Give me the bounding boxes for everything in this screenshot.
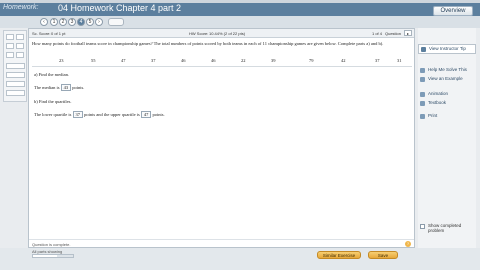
tool-button[interactable] [6,34,14,40]
nav-pill[interactable] [108,18,124,26]
nav-question-3[interactable]: 3 [68,18,76,26]
print-link[interactable]: Print [418,112,476,120]
median-answer[interactable]: 43 [60,84,72,91]
help-me-solve-label: Help Me Solve This [428,67,467,72]
book-icon [420,100,425,106]
textbook-label: Textbook [428,100,447,105]
nav-question-4[interactable]: 4 [77,18,85,26]
homework-title: 04 Homework Chapter 4 part 2 [58,3,182,13]
progress-bar [32,254,74,258]
hw-score-label: HW Score: [189,31,209,36]
lower-quartile-answer[interactable]: 37 [72,111,83,118]
question-nav-bar: ‹ 1 2 3 4 5 › [0,16,480,28]
tool-row[interactable] [6,81,25,87]
part-b-label: b) Find the quartiles. [34,99,72,104]
tool-row[interactable] [6,90,25,96]
show-completed-label: Show completed problem [428,223,462,233]
data-value: 39 [271,58,276,63]
section-score-value: 0 of 1 pt [51,31,66,36]
view-example-label: View an Example [428,76,463,81]
textbook-link[interactable]: Textbook [418,99,476,107]
data-value: 79 [309,58,314,63]
progress-fill [33,255,57,257]
help-icon [420,67,425,73]
nav-question-5[interactable]: 5 [86,18,94,26]
instructor-tip-button[interactable]: View Instructor Tip [418,44,476,54]
completion-status: Question is complete. [32,242,71,247]
tool-button[interactable] [16,52,24,58]
question-prompt: How many points do football teams score … [32,41,384,46]
right-sidebar: View Instructor Tip Help Me Solve This V… [418,28,476,248]
tool-button[interactable] [6,52,14,58]
instructor-tip-label: View Instructor Tip [429,46,466,51]
help-me-solve-link[interactable]: Help Me Solve This [418,66,476,74]
data-value: 46 [211,58,216,63]
data-value: 46 [181,58,186,63]
view-example-link[interactable]: View an Example [418,75,476,83]
print-label: Print [428,113,438,118]
section-score-label: Sc. Score: [32,31,51,36]
median-sentence: The median is 43 points. [34,84,84,91]
quartile-prefix: The lower quartile is [34,112,72,117]
question-position: 1 of 4 [372,31,383,36]
bottom-bar [0,248,480,270]
quartile-suffix: points. [152,112,165,117]
animation-label: Animation [428,91,449,96]
brand-label: Homework: [3,4,39,11]
hw-score-value: 10.44% (2 of 22 pts) [209,31,246,36]
tool-button[interactable] [6,43,14,49]
question-nav-arrow[interactable]: ▸ [404,30,412,36]
help-icon[interactable]: ? [405,241,411,247]
tool-row[interactable] [6,63,25,69]
header-bar: Homework: 04 Homework Chapter 4 part 2 O… [0,3,480,16]
quartile-sentence: The lower quartile is 37 points and the … [34,111,165,118]
question-card: Sc. Score: 0 of 1 pt HW Score: 10.44% (2… [28,28,415,248]
tool-button[interactable] [16,43,24,49]
show-completed-checkbox[interactable] [420,224,425,229]
animation-icon [420,91,425,97]
data-value: 47 [121,58,126,63]
upper-quartile-answer[interactable]: 47 [140,111,152,118]
data-value: 42 [341,58,346,63]
data-value: 22 [241,58,246,63]
question-ref[interactable]: Question [385,31,401,36]
animation-link[interactable]: Animation [418,90,476,98]
tip-icon [421,47,426,52]
data-value: 23 [59,58,64,63]
overview-button[interactable]: Overview [433,6,473,16]
print-icon [420,113,425,119]
save-button[interactable]: Save [368,251,398,259]
nav-next-button[interactable]: › [95,18,103,26]
data-value: 37 [151,58,156,63]
median-suffix: points. [72,85,85,90]
part-a-label: a) Find the median. [34,72,69,77]
data-values: 23 55 47 37 46 46 22 39 79 42 37 31 [59,58,409,64]
tool-row[interactable] [6,72,25,78]
similar-exercise-button[interactable]: Similar Exercise [317,251,361,259]
tool-button[interactable] [16,34,24,40]
nav-question-2[interactable]: 2 [59,18,67,26]
median-prefix: The median is [34,85,60,90]
nav-question-1[interactable]: 1 [50,18,58,26]
score-bar: Sc. Score: 0 of 1 pt HW Score: 10.44% (2… [29,29,414,38]
data-value: 55 [91,58,96,63]
quartile-middle: points and the upper quartile is [84,112,140,117]
example-icon [420,76,425,82]
left-toolbar [3,30,27,102]
data-value: 31 [397,58,402,63]
data-value: 37 [375,58,380,63]
card-footer: Question is complete. ? [29,239,414,247]
nav-prev-button[interactable]: ‹ [40,18,48,26]
divider [32,66,412,67]
